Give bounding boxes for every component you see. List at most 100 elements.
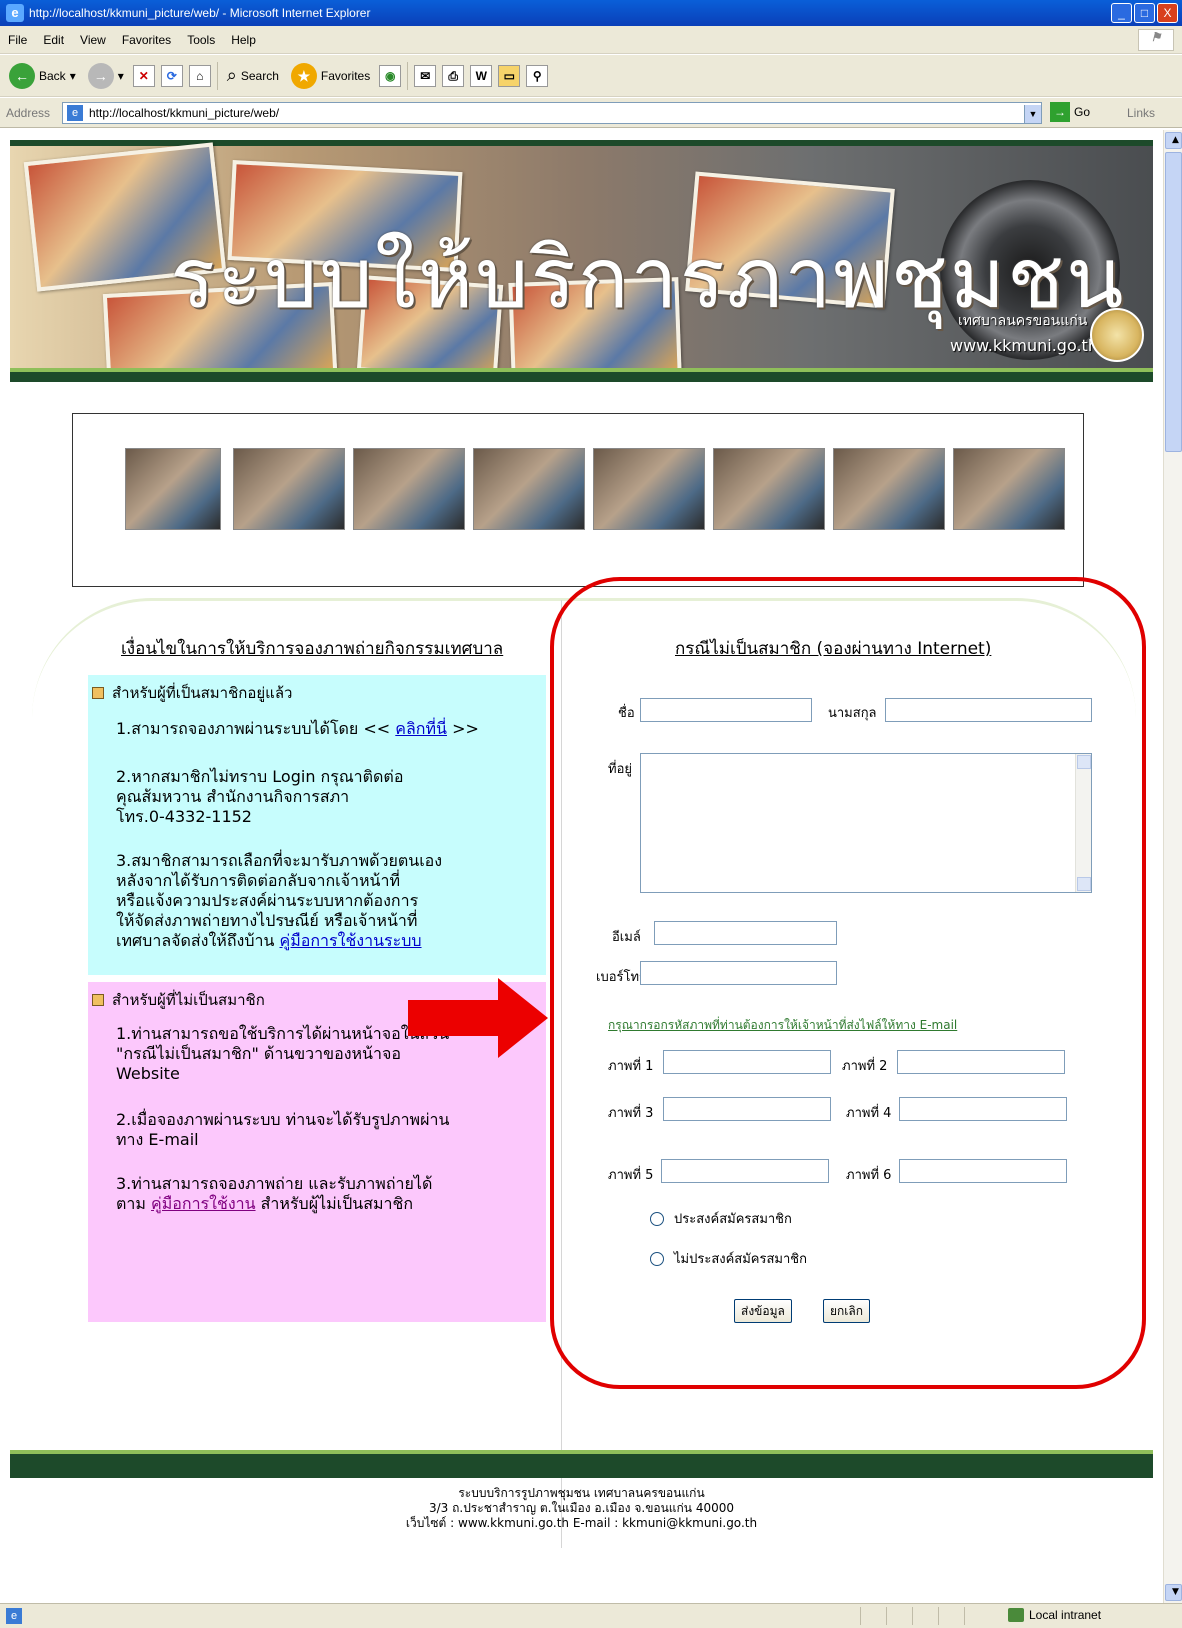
back-button[interactable]: ← Back ▾ [6,60,79,92]
minimize-button[interactable]: _ [1111,3,1132,23]
address-textarea[interactable] [640,753,1092,893]
textarea-scrollbar[interactable] [1075,754,1091,892]
radio-no-membership-label: ไม่ประสงค์สมัครสมาชิก [674,1252,807,1267]
menu-bar: File Edit View Favorites Tools Help ⚑ [0,26,1182,54]
member-item-1-end: >> [452,719,479,738]
menu-view[interactable]: View [72,33,114,47]
phone-input[interactable] [640,961,837,985]
photo-5-input[interactable] [661,1159,829,1183]
thumbnail-image[interactable] [353,448,465,530]
member-heading: สำหรับผู้ที่เป็นสมาชิกอยู่แล้ว [92,681,292,705]
page-scrollbar[interactable]: ▲ ▼ [1163,130,1182,1603]
page-viewport: ระบบให้บริการภาพชุมชน เทศบาลนครขอนแก่น w… [0,130,1163,1603]
toolbar-separator [407,61,409,90]
click-here-link[interactable]: คลิกที่นี่ [395,719,447,738]
thumbnail-gallery [72,413,1084,587]
scroll-up-icon[interactable]: ▲ [1165,132,1182,149]
links-button[interactable]: Links [1127,106,1155,120]
submit-button[interactable]: ส่งข้อมูล [734,1299,792,1323]
photo-2-input[interactable] [897,1050,1065,1074]
menu-tools[interactable]: Tools [179,33,223,47]
thumbnail-image[interactable] [953,448,1065,530]
thumbnail-image[interactable] [833,448,945,530]
thumbnail-image[interactable] [473,448,585,530]
address-url: http://localhost/kkmuni_picture/web/ [89,106,280,120]
email-input[interactable] [654,921,837,945]
edit-icon[interactable]: W [470,64,493,87]
status-cell [860,1607,886,1625]
photo-3-input[interactable] [663,1097,831,1121]
search-button[interactable]: ⌕ Search [224,60,282,92]
status-bar: e Local intranet [0,1603,1182,1628]
thumbnail-image[interactable] [233,448,345,530]
media-icon[interactable]: ◉ [379,64,402,87]
thumbnail-image[interactable] [593,448,705,530]
nonmember-heading-text: สำหรับผู้ที่ไม่เป็นสมาชิก [112,991,265,1009]
scroll-thumb[interactable] [1165,152,1182,452]
photo-4-input[interactable] [899,1097,1067,1121]
forward-arrow-icon: → [87,62,114,89]
scroll-up-icon[interactable] [1077,755,1091,769]
thumbnail-image[interactable] [713,448,825,530]
phone-label: เบอร์โทร [596,970,647,985]
member-item-3: 3.สมาชิกสามารถเลือกที่จะมารับภาพด้วยตนเอ… [116,851,526,951]
go-button[interactable]: → Go [1050,102,1090,122]
radio-button[interactable] [650,1211,664,1226]
member-section: สำหรับผู้ที่เป็นสมาชิกอยู่แล้ว 1.สามารถจ… [88,675,546,975]
footer: ระบบบริการรูปภาพชุมชน เทศบาลนครขอนแก่น 3… [0,1486,1163,1531]
status-cell [938,1607,964,1625]
folder-icon[interactable]: ▭ [498,64,521,87]
forward-dropdown-icon[interactable]: ▾ [118,69,124,83]
stop-icon[interactable]: ✕ [132,64,155,87]
nonmember-item-3-end: สำหรับผู้ไม่เป็นสมาชิก [260,1194,414,1213]
menu-favorites[interactable]: Favorites [114,33,179,47]
bullet-icon [92,687,104,699]
photo-1-input[interactable] [663,1050,831,1074]
forward-button[interactable]: → ▾ [85,60,127,92]
go-label: Go [1074,105,1091,119]
cancel-button[interactable]: ยกเลิก [823,1299,871,1323]
first-name-input[interactable] [640,698,812,722]
last-name-label: นามสกุล [828,706,877,721]
radio-button[interactable] [650,1251,664,1266]
user-manual-link[interactable]: คู่มือการใช้งาน [151,1194,256,1213]
back-label: Back [39,68,66,83]
back-dropdown-icon[interactable]: ▾ [70,69,76,83]
radio-want-membership[interactable]: ประสงค์สมัครสมาชิก [650,1208,792,1229]
address-input[interactable]: e http://localhost/kkmuni_picture/web/ ▼ [62,102,1042,124]
footer-line-1: ระบบบริการรูปภาพชุมชน เทศบาลนครขอนแก่น [458,1486,705,1500]
scroll-down-icon[interactable] [1077,877,1091,891]
system-manual-link[interactable]: คู่มือการใช้งานระบบ [280,931,422,950]
toolbar-separator [216,61,218,90]
address-label: ที่อยู่ [608,762,632,777]
last-name-input[interactable] [885,698,1092,722]
menu-file[interactable]: File [0,33,35,47]
status-cell [912,1607,938,1625]
photo-6-input[interactable] [899,1159,1067,1183]
address-bar: Address e http://localhost/kkmuni_pictur… [0,98,1182,128]
home-icon[interactable]: ⌂ [188,64,211,87]
window-title: http://localhost/kkmuni_picture/web/ - M… [29,6,371,20]
menu-help[interactable]: Help [223,33,264,47]
thumbnail-strip [125,448,1065,530]
close-button[interactable]: X [1157,3,1178,23]
thumbnail-image[interactable] [125,448,221,530]
radio-no-membership[interactable]: ไม่ประสงค์สมัครสมาชิก [650,1248,807,1269]
maximize-button[interactable]: □ [1134,3,1155,23]
footer-line-2: 3/3 ถ.ประชาสำราญ ต.ในเมือง อ.เมือง จ.ขอน… [428,1501,734,1515]
photo-1-label: ภาพที่ 1 [608,1059,654,1074]
refresh-icon[interactable]: ⟳ [160,64,183,87]
mail-icon[interactable]: ✉ [414,64,437,87]
nonmember-item-3: 3.ท่านสามารถจองภาพถ่าย และรับภาพถ่ายได้ … [116,1174,526,1214]
favorites-button[interactable]: ★ Favorites [288,60,373,92]
print-icon[interactable]: ⎙ [442,64,465,87]
footer-line-3: เว็บไซต์ : www.kkmuni.go.th E-mail : kkm… [405,1516,758,1530]
address-dropdown-icon[interactable]: ▼ [1024,105,1041,123]
bullet-icon [92,994,104,1006]
research-icon[interactable]: ⚲ [526,64,549,87]
back-arrow-icon: ← [9,62,35,89]
radio-want-membership-label: ประสงค์สมัครสมาชิก [674,1212,792,1227]
ie-logo-icon: e [6,4,24,22]
menu-edit[interactable]: Edit [35,33,72,47]
scroll-down-icon[interactable]: ▼ [1165,1584,1182,1601]
